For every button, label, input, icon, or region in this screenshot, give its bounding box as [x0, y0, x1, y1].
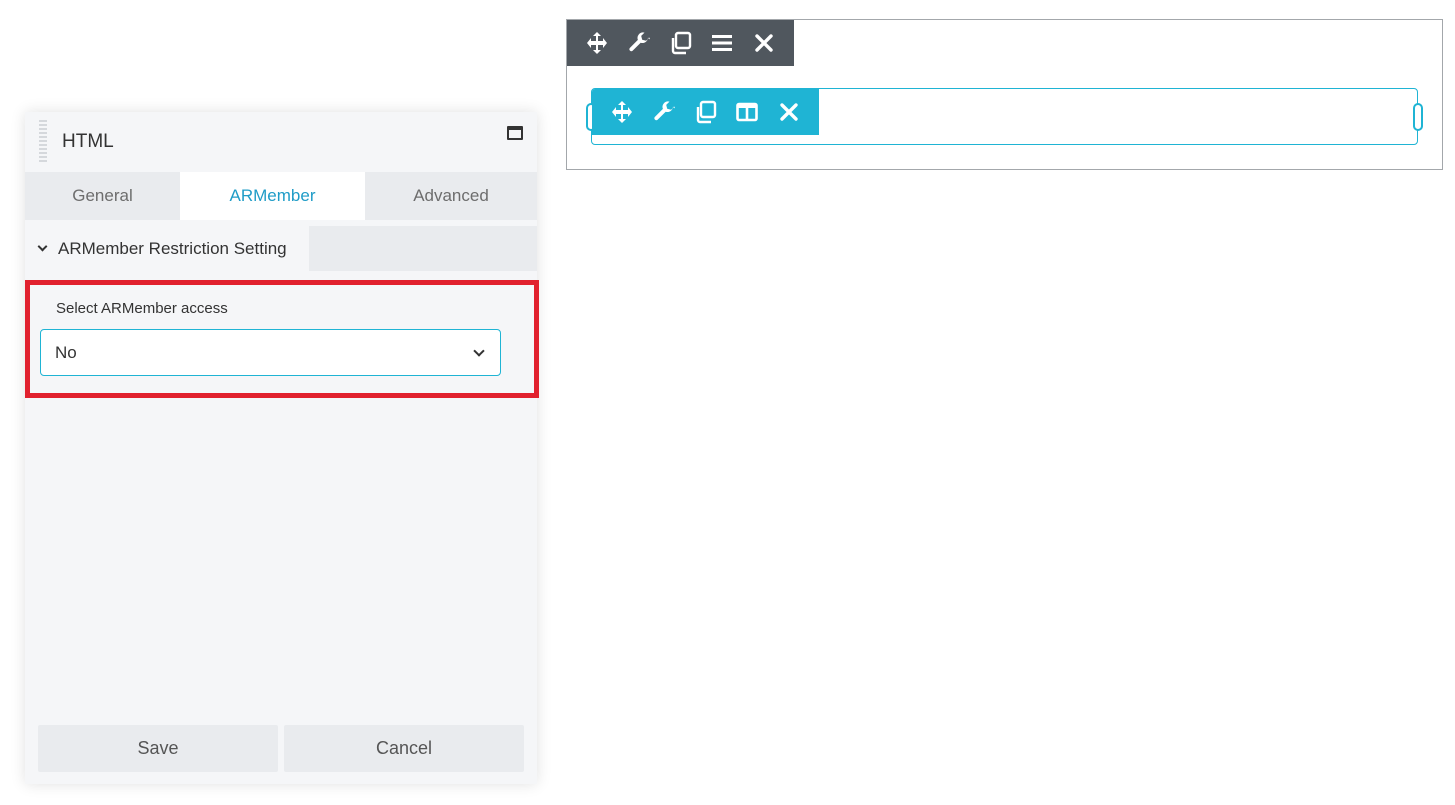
armember-access-select[interactable]: No	[40, 329, 501, 376]
select-value: No	[55, 342, 77, 362]
panel-header[interactable]: HTML	[25, 112, 537, 172]
section-bar: ARMember Restriction Setting	[25, 226, 537, 271]
drag-handle-icon[interactable]	[39, 120, 47, 162]
column-toolbar	[592, 89, 819, 135]
section-label: ARMember Restriction Setting	[58, 238, 287, 258]
settings-panel: HTML General ARMember Advanced ARMember …	[25, 112, 539, 784]
panel-title: HTML	[62, 131, 114, 152]
save-button[interactable]: Save	[38, 725, 278, 772]
move-icon[interactable]	[610, 97, 652, 127]
wrench-icon[interactable]	[652, 97, 694, 127]
resize-handle-right[interactable]	[1413, 103, 1423, 131]
maximize-icon[interactable]	[507, 126, 523, 140]
chevron-down-icon	[473, 345, 485, 357]
duplicate-icon[interactable]	[694, 97, 736, 127]
tab-armember[interactable]: ARMember	[180, 172, 365, 220]
menu-icon[interactable]	[710, 28, 752, 58]
column-frame[interactable]	[586, 88, 1423, 145]
tab-bar: General ARMember Advanced	[25, 172, 537, 220]
cancel-button[interactable]: Cancel	[284, 725, 524, 772]
row-toolbar	[567, 20, 794, 66]
chevron-down-icon	[37, 241, 48, 252]
close-icon[interactable]	[777, 97, 819, 127]
field-label: Select ARMember access	[56, 300, 228, 317]
section-toggle-restriction[interactable]: ARMember Restriction Setting	[25, 226, 309, 271]
close-icon[interactable]	[752, 28, 794, 58]
tab-advanced[interactable]: Advanced	[365, 172, 537, 220]
tab-general[interactable]: General	[25, 172, 180, 220]
wrench-icon[interactable]	[627, 28, 669, 58]
columns-icon[interactable]	[735, 97, 777, 127]
move-icon[interactable]	[585, 28, 627, 58]
duplicate-icon[interactable]	[669, 28, 711, 58]
